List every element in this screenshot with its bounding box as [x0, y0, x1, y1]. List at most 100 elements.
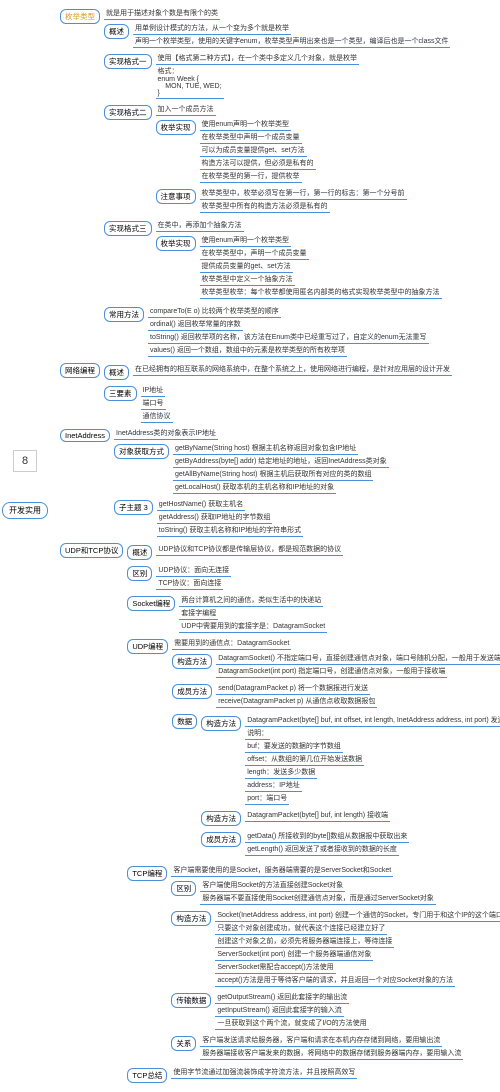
leaf: 构造方法可以提供，但必须是私有的 [200, 158, 316, 170]
leaf: getByAddress(byte[] addr) 给定地址的地址，返回Inet… [173, 456, 389, 468]
leaf: 通信协议 [141, 411, 173, 423]
section-net: 网络编程 概述 在已经拥有的相互联系的网络系统中，在整个系统之上，使用网络进行编… [60, 361, 500, 425]
tcp-qb[interactable]: 区别 [171, 881, 196, 896]
leaf: 只要这个对象创建成功，就代表这个连接已经建立好了 [215, 923, 387, 935]
leaf: 枚举类型枚举：每个枚举都使用匿名内部类的格式实现枚举类型中的抽象方法 [200, 287, 442, 299]
tcp-gx[interactable]: 关系 [171, 1036, 196, 1051]
net-title[interactable]: 网络编程 [60, 363, 100, 378]
tcp-cl[interactable]: TCP总结 [127, 1068, 167, 1083]
root-title: 开发实用 [2, 502, 48, 519]
leaf: address：IP地址 [245, 780, 302, 792]
leaf: compareTo(E o) 比较两个枚举类型的顺序 [148, 306, 281, 318]
section-inet: InetAddress InetAddress类的对象表示IP地址 对象获取方式… [60, 427, 500, 539]
leaf: 说明： [245, 728, 270, 740]
leaf: values() 返回一个数组，数组中的元素是枚举类型的所有枚举项 [148, 345, 347, 357]
leaf: 客户端发送请求给服务器，客户端和请求在本机内存存储到网络，要用输出流 [200, 1035, 442, 1047]
leaf: 使用enum声明一个枚举类型 [200, 235, 292, 247]
leaf: 在枚举类型中，声明一个成员变量 [200, 248, 309, 260]
inet-sm[interactable]: 子主题 3 [114, 500, 153, 515]
leaf: 在类中，再添加个抽象方法 [156, 220, 244, 232]
udp-sj[interactable]: 数据 [172, 714, 197, 729]
leaf: IP地址 [141, 385, 166, 397]
leaf: 套接字编程 [179, 608, 218, 620]
leaf: getHostName() 获取主机名 [157, 499, 245, 511]
leaf: send(DatagramPacket p) 将一个数据报进行发送 [216, 683, 370, 695]
sj-gz[interactable]: 构造方法 [201, 716, 241, 731]
tcp-gz[interactable]: 构造方法 [171, 911, 211, 926]
leaf: getLocalHost() 获取本机的主机名称和IP地址的对象 [173, 482, 336, 494]
leaf: toString() 获取主机名称和IP地址的字符串形式 [157, 525, 303, 537]
enum-m2c[interactable]: 注意事项 [156, 189, 196, 204]
sj-cy[interactable]: 成员方法 [201, 832, 241, 847]
leaf: TCP协议：面向连接 [156, 578, 223, 590]
enum-gaishu[interactable]: 概述 [104, 24, 129, 39]
leaf: 服务器端接收客户端发来的数据，将网络中的数据存储到服务器端内存，要用输入流 [200, 1048, 463, 1060]
leaf: 可以为成员变量提供get、set方法 [200, 145, 307, 157]
root-left: 8 开发实用 [2, 450, 48, 519]
udp-edit[interactable]: UDP编程 [127, 639, 168, 654]
leaf: 枚举类型中所有的构造方法必须是私有的 [200, 201, 330, 213]
leaf: getInputStream() 返回此套接字的输入流 [215, 1005, 343, 1017]
leaf: 枚举类型中，枚举必须写在第一行，第一行的标志：第一个分号前 [200, 188, 407, 200]
leaf: 使用【格式第二种方式】，在一个类中多定义几个对象，就是枚举 [156, 53, 360, 65]
leaf: ordinal() 返回枚举常量的序数 [148, 319, 243, 331]
root-number: 8 [13, 450, 37, 472]
leaf: ServerSocket(int port) 创建一个服务器端通信对象 [215, 949, 373, 961]
tcp-cs[interactable]: 传输数据 [171, 993, 211, 1008]
leaf: accept()方法是用于等待客户端的请求，并且返回一个对应Socket对象的方… [215, 975, 455, 987]
enum-m2b[interactable]: 枚举实现 [156, 120, 196, 135]
leaf: toString() 返回枚举项的名称，该方法在Enum类中已经重写过了，自定义… [148, 332, 429, 344]
leaf: getByName(String host) 根据主机名称返回对象包含IP地址 [173, 443, 358, 455]
leaf: 声明一个枚举类型，使用的关键字enum，枚举类型声明出来也是一个类型，编译后也是… [133, 36, 450, 48]
sj-gz2[interactable]: 构造方法 [201, 811, 241, 826]
leaf: DatagramSocket() 不指定端口号，直接创建通信点对象，端口号随机分… [216, 653, 500, 665]
udp-qb[interactable]: 区别 [127, 566, 152, 581]
leaf: 客户端使用Socket的方法直接创建Socket对象 [200, 880, 345, 892]
leaf: getAllByName(String host) 根据主机后获取所有对应的类的… [173, 469, 373, 481]
leaf: DatagramSocket(int port) 指定端口号，创建通信点对象，一… [216, 666, 447, 678]
udptcp-title[interactable]: UDP和TCP协议 [60, 543, 123, 558]
enum-m2[interactable]: 实现格式二 [104, 105, 152, 120]
enum-m3[interactable]: 实现格式三 [104, 221, 152, 236]
leaf: 枚举类型中定义一个抽象方法 [200, 274, 295, 286]
leaf: UDP中需要用到的套接字是：DatagramSocket [179, 621, 327, 633]
enum-m1[interactable]: 实现格式一 [104, 54, 152, 69]
leaf: getAddress() 获取IP地址的字节数组 [157, 512, 273, 524]
leaf: 创建这个对象之前，必须先将服务器端连接上，等待连接 [215, 936, 394, 948]
tcp-edit[interactable]: TCP编程 [127, 866, 167, 881]
leaf: 用单例设计模式的方法，从一个变为多个就是枚举 [133, 23, 291, 35]
leaf: DatagramPacket(byte[] buf, int offset, i… [245, 715, 500, 727]
leaf: length：发送多少数据 [245, 767, 317, 779]
net-gs[interactable]: 概述 [104, 365, 129, 380]
leaf: 两台计算机之间的通信，类似生活中的快递站 [179, 595, 323, 607]
leaf: 需要用到的通信点：DatagramSocket [172, 638, 291, 650]
leaf: buf：要发送的数据的字节数组 [245, 741, 343, 753]
leaf: 使用enum声明一个枚举类型 [200, 119, 292, 131]
inet-title[interactable]: InetAddress [60, 429, 110, 442]
leaf: 在已经拥有的相互联系的网络系统中，在整个系统之上，使用网络进行编程，是针对应用层… [133, 364, 452, 376]
leaf: DatagramPacket(byte[] buf, int length) 接… [245, 810, 390, 822]
udp-gs[interactable]: 概述 [127, 545, 152, 560]
leaf: UDP协议和TCP协议都是传输层协议，都是规范数据的协议 [156, 544, 343, 556]
inet-gm[interactable]: 对象获取方式 [114, 444, 169, 459]
udp-sk[interactable]: Socket编程 [127, 596, 175, 611]
leaf: 客户端需要使用的是Socket，服务器端需要的是ServerSocket和Soc… [171, 865, 393, 877]
enum-m3b[interactable]: 枚举实现 [156, 236, 196, 251]
section-udptcp: UDP和TCP协议 概述 UDP协议和TCP协议都是传输层协议，都是规范数据的协… [60, 541, 500, 1085]
leaf: InetAddress类的对象表示IP地址 [114, 428, 218, 440]
leaf: getOutputStream() 返回此套接字的输出流 [215, 992, 349, 1004]
leaf: 服务器端不要直接使用Socket创建通信点对象，而是通过ServerSocket… [200, 893, 435, 905]
enum-desc: 就是用于描述对象个数是有限个的类 [104, 8, 220, 20]
leaf: offset：从数组的第几位开始发送数据 [245, 754, 364, 766]
leaf: 加入一个成员方法 [156, 104, 216, 116]
leaf: 一旦获取到这个两个流，就变成了I/O的方法使用 [215, 1018, 368, 1030]
net-sys[interactable]: 三要素 [104, 386, 137, 401]
mindmap-root: 8 开发实用 枚举类型 就是用于描述对象个数是有限个的类 概述 用单例设计模式的… [0, 0, 500, 1092]
leaf: getLength() 返回发送了或者接收到的数据的长度 [245, 844, 399, 856]
udp-cy[interactable]: 成员方法 [172, 684, 212, 699]
section-enum: 枚举类型 就是用于描述对象个数是有限个的类 概述 用单例设计模式的方法，从一个变… [60, 7, 500, 359]
leaf: getData() 所接收到的byte[]数组从数据报中获取出来 [245, 831, 409, 843]
udp-gz[interactable]: 构造方法 [172, 654, 212, 669]
enum-cm[interactable]: 常用方法 [104, 307, 144, 322]
enum-title[interactable]: 枚举类型 [60, 9, 100, 24]
